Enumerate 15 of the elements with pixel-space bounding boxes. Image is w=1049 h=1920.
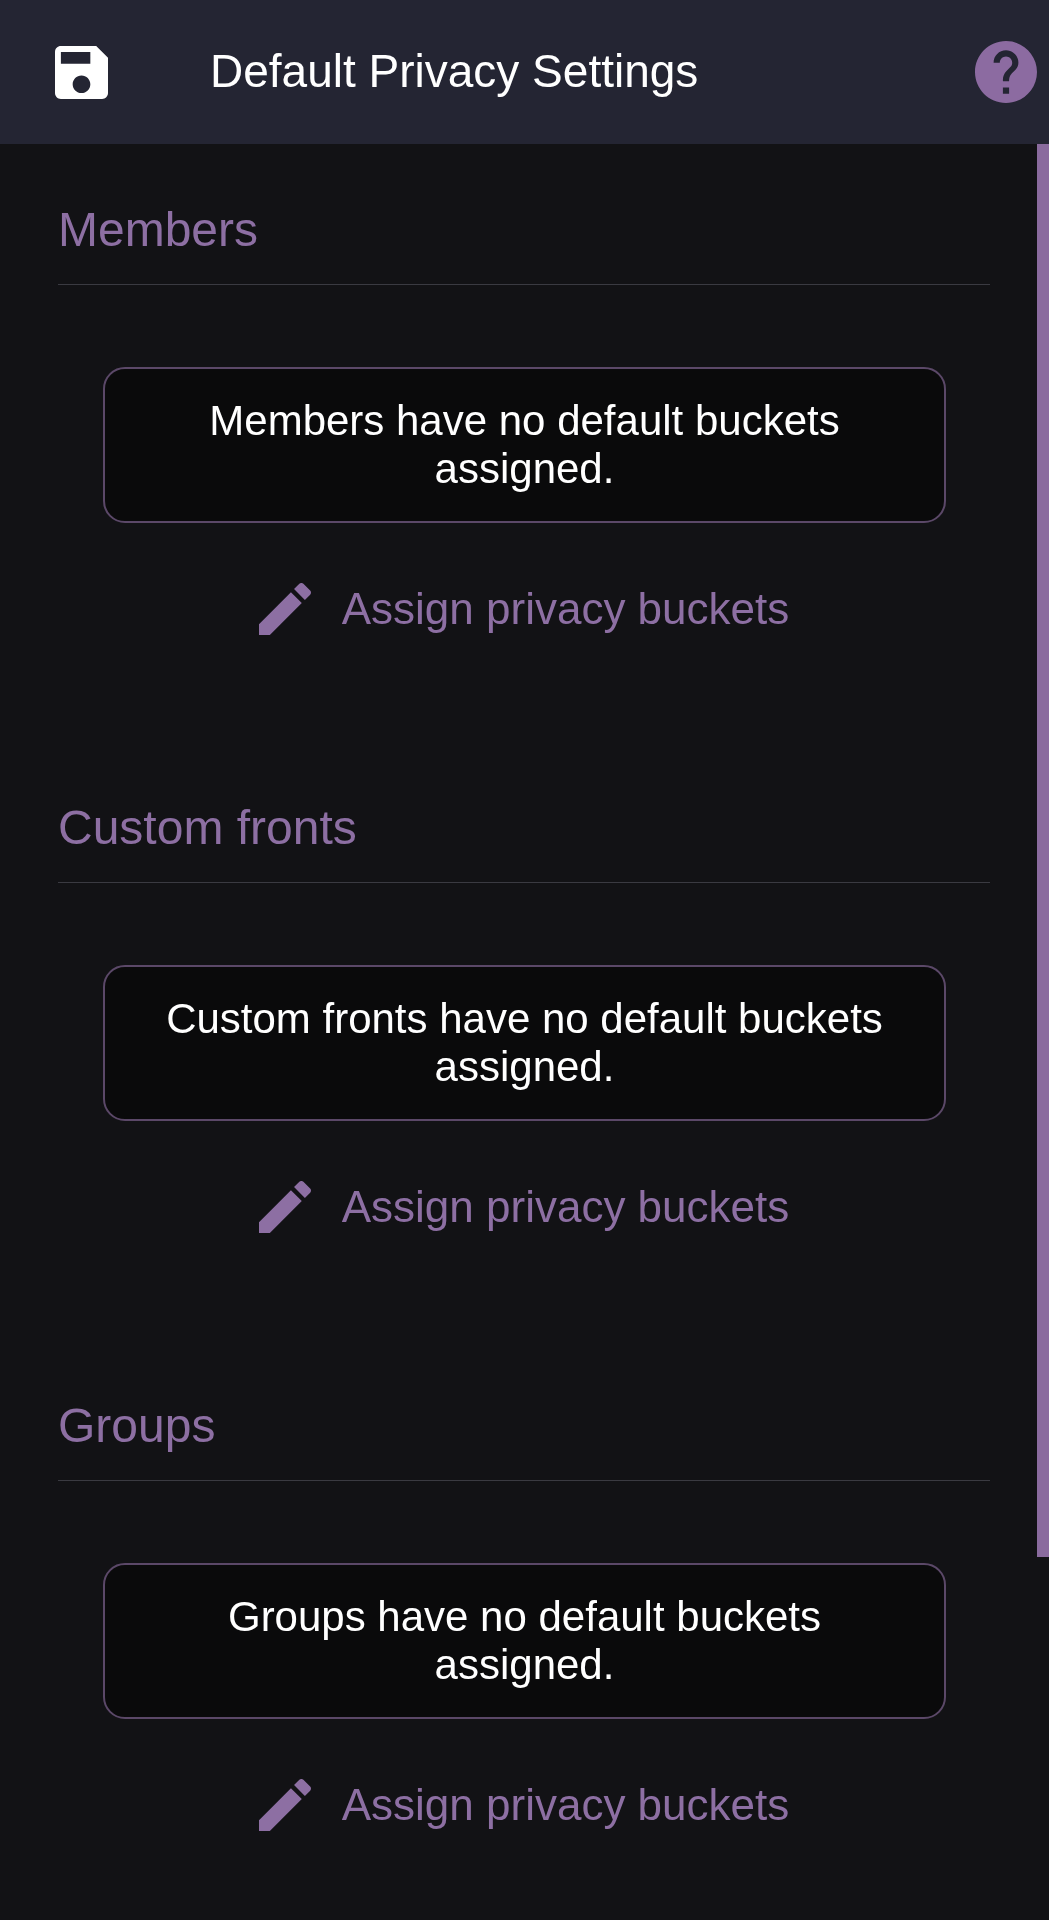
empty-state-message: Groups have no default buckets assigned.	[103, 1563, 946, 1719]
section-title: Custom fronts	[58, 800, 358, 856]
empty-state-message: Custom fronts have no default buckets assigned.	[103, 965, 946, 1121]
section-title: Members	[58, 202, 260, 258]
help-icon[interactable]	[975, 41, 1037, 103]
assign-privacy-link[interactable]: Assign privacy buckets	[258, 1179, 790, 1235]
pencil-icon	[258, 1779, 311, 1831]
assign-privacy-link[interactable]: Assign privacy buckets	[258, 581, 790, 637]
assign-privacy-link[interactable]: Assign privacy buckets	[258, 1777, 790, 1833]
screen-title: Default Privacy Settings	[210, 44, 699, 100]
section-title: Groups	[58, 1398, 217, 1454]
empty-state-message: Members have no default buckets assigned.	[103, 367, 946, 523]
pencil-icon	[258, 1181, 311, 1233]
save-icon[interactable]	[55, 44, 108, 100]
pencil-icon	[258, 583, 311, 635]
